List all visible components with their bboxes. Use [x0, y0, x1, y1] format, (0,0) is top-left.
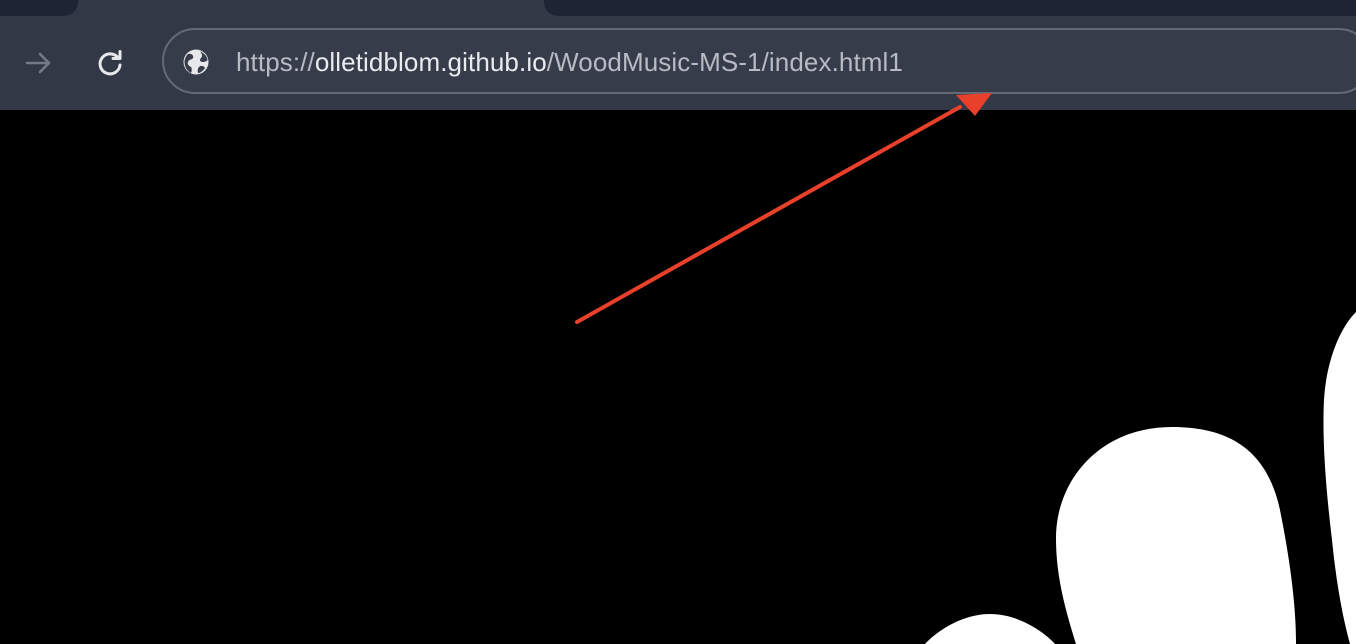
browser-window: https://olletidblom.github.io/WoodMusic-…: [0, 0, 1356, 644]
annotation-arrow: [575, 105, 962, 324]
content-overlay: [575, 93, 1356, 644]
white-blob-shape: [925, 614, 1055, 644]
annotation-arrow-head: [956, 93, 992, 116]
white-blob-shape: [1056, 427, 1296, 644]
white-blob-shape: [1323, 312, 1356, 644]
